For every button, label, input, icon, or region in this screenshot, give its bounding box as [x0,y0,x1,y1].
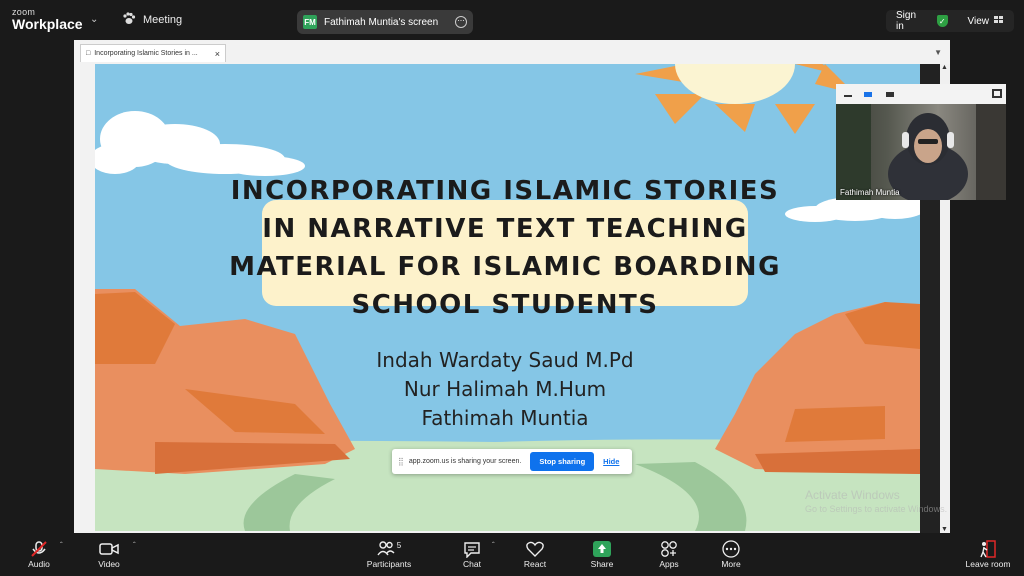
screen-share-indicator[interactable]: FM Fathimah Muntia's screen ⋯ [297,10,473,34]
sun-illustration [635,64,855,134]
author-name: Indah Wardaty Saud M.Pd [376,348,634,372]
participant-figure [836,104,1006,204]
chat-label: Chat [463,559,481,569]
zoom-workplace-logo: zoom Workplace [12,8,83,32]
author-list: Indah Wardaty Saud M.Pd Nur Halimah M.Hu… [265,346,745,433]
paw-icon [122,12,136,28]
participants-button[interactable]: 5 Participants [360,539,418,570]
activate-windows-watermark: Activate Windows Go to Settings to activ… [805,488,947,515]
heart-icon [518,539,552,559]
share-screen-icon [585,539,619,559]
meeting-label: Meeting [143,14,183,26]
cloud-left [95,111,305,176]
brand-large: Workplace [12,16,83,32]
gallery-view-icon[interactable] [886,92,894,97]
leave-room-button[interactable]: Leave room [962,539,1014,569]
rock-right [715,302,920,474]
browser-tab[interactable]: □ Incorporating Islamic Stories in ... × [80,44,226,62]
share-button[interactable]: Share [585,539,619,569]
drag-handle-icon[interactable]: ⣿ [398,457,404,466]
document-icon: □ [86,50,91,57]
author-name: Nur Halimah M.Hum [403,377,607,401]
participants-icon [377,540,395,558]
audio-options-caret[interactable]: ˆ [60,541,63,550]
more-icon [714,539,748,559]
chat-options-caret[interactable]: ˆ [492,541,495,550]
participants-label: Participants [366,559,412,569]
share-label: Fathimah Muntia's screen [324,16,439,28]
apps-label: Apps [659,559,679,569]
participants-count: 5 [396,540,402,550]
meeting-button[interactable]: Meeting [122,12,182,28]
participant-video [836,104,1006,204]
video-button[interactable]: Video [90,539,128,569]
audio-button[interactable]: Audio [20,539,58,569]
apps-icon [652,539,686,559]
video-camera-icon [90,539,128,559]
more-button[interactable]: More [714,539,748,569]
view-button[interactable]: View [967,15,1005,27]
video-label: Video [98,559,120,569]
audio-label: Audio [28,559,50,569]
minimize-icon[interactable] [844,95,852,97]
meeting-toolbar: Audio ˆ Video ˆ 5 Participants Chat ˆ Re… [0,533,1024,576]
browser-tab-title: Incorporating Islamic Stories in ... [94,50,198,57]
video-options-caret[interactable]: ˆ [133,541,136,550]
apps-button[interactable]: Apps [652,539,686,569]
participant-name: Fathimah Muntia [840,188,900,197]
shield-check-icon: ✓ [936,15,948,27]
active-speaker-view-icon[interactable] [864,92,872,97]
chevron-down-icon[interactable]: ⌄ [90,14,98,25]
participant-video-tile[interactable]: Fathimah Muntia [836,84,1006,204]
microphone-muted-icon [20,539,58,559]
video-tile-controls [836,84,1006,104]
screen-sharing-notice: ⣿ app.zoom.us is sharing your screen. St… [392,449,632,474]
leave-label: Leave room [965,559,1011,569]
scroll-down-icon[interactable]: ▼ [941,526,948,533]
slide-title: Incorporating Islamic Stories in Narrati… [229,176,781,320]
top-bar: zoom Workplace ⌄ Meeting FM Fathimah Mun… [0,0,1024,40]
sharer-avatar: FM [303,15,317,29]
sign-in-button[interactable]: Sign in [896,10,923,32]
leave-icon [962,539,1014,559]
sharing-notice-text: app.zoom.us is sharing your screen. [408,458,522,465]
close-icon[interactable]: × [215,49,220,59]
react-label: React [523,559,547,569]
scroll-up-icon[interactable]: ▲ [941,64,948,71]
expand-icon[interactable] [992,89,1002,98]
author-name: Fathimah Muntia [421,406,589,430]
more-options-icon[interactable]: ⋯ [455,16,467,28]
hide-link[interactable]: Hide [603,457,619,466]
share-label: Share [590,559,614,569]
chat-button[interactable]: Chat [455,539,489,569]
account-controls: Sign in ✓ View [886,10,1014,32]
tab-dropdown-icon[interactable]: ▼ [934,48,942,57]
view-label: View [967,15,990,27]
more-label: More [721,559,741,569]
watermark-subtitle: Go to Settings to activate Windows. [805,503,948,514]
stop-sharing-button[interactable]: Stop sharing [530,452,595,471]
watermark-title: Activate Windows [805,488,900,502]
grid-icon [994,15,1004,27]
react-button[interactable]: React [518,539,552,569]
chat-bubble-icon [455,539,489,559]
